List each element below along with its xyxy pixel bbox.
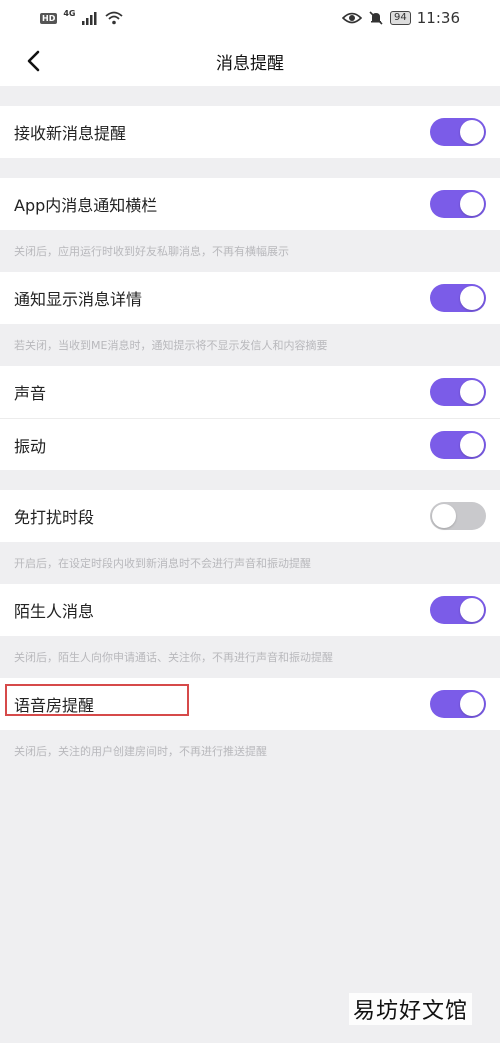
back-button[interactable]	[18, 44, 48, 78]
toggle-knob	[460, 192, 484, 216]
setting-label: 接收新消息提醒	[14, 124, 127, 143]
toggle-knob	[460, 432, 484, 457]
dnd-toggle[interactable]	[430, 502, 486, 530]
stranger-toggle[interactable]	[430, 596, 486, 624]
setting-row-stranger[interactable]: 陌生人消息	[0, 584, 500, 636]
wifi-icon	[105, 11, 124, 25]
setting-row-banner[interactable]: App内消息通知横栏	[0, 178, 500, 230]
setting-row-vibrate[interactable]: 振动	[0, 418, 500, 470]
toggle-knob	[460, 120, 484, 144]
toggle-knob	[460, 692, 484, 716]
setting-row-details[interactable]: 通知显示消息详情	[0, 272, 500, 324]
setting-label: 免打扰时段	[14, 508, 95, 527]
toggle-knob	[432, 504, 456, 528]
setting-label: 振动	[14, 436, 47, 456]
setting-label: 语音房提醒	[14, 696, 95, 715]
status-time: 11:36	[416, 9, 460, 27]
setting-label: 通知显示消息详情	[14, 290, 143, 309]
hd-badge: HD	[40, 12, 58, 24]
network-type: 4G	[63, 8, 76, 18]
chevron-left-icon	[27, 50, 40, 72]
setting-note: 若关闭，当收到ME消息时，通知提示将不显示发信人和内容摘要	[14, 339, 328, 352]
setting-row-receive[interactable]: 接收新消息提醒	[0, 106, 500, 158]
setting-note: 开启后，在设定时段内收到新消息时不会进行声音和振动提醒	[14, 557, 311, 570]
details-toggle[interactable]	[430, 284, 486, 312]
nav-bar: 消息提醒	[0, 36, 500, 86]
setting-note: 关闭后，关注的用户创建房间时，不再进行推送提醒	[14, 745, 267, 758]
receive-toggle[interactable]	[430, 118, 486, 146]
voice-room-toggle[interactable]	[430, 690, 486, 718]
sound-toggle[interactable]	[430, 378, 486, 406]
eye-icon	[342, 12, 363, 24]
setting-note: 关闭后，应用运行时收到好友私聊消息，不再有横幅展示	[14, 245, 289, 258]
status-bar: HD 4G 94 11:36	[0, 0, 500, 36]
setting-note: 关闭后，陌生人向你申请通话、关注你，不再进行声音和振动提醒	[14, 651, 333, 664]
page-title: 消息提醒	[216, 53, 284, 74]
toggle-knob	[460, 286, 484, 310]
signal-icon	[82, 12, 97, 25]
banner-toggle[interactable]	[430, 190, 486, 218]
watermark: 易坊好文馆	[348, 993, 472, 1025]
toggle-knob	[460, 598, 484, 622]
setting-label: 声音	[14, 384, 47, 403]
setting-label: App内消息通知横栏	[14, 196, 158, 215]
setting-row-voice-room[interactable]: 语音房提醒	[0, 678, 500, 730]
setting-label: 陌生人消息	[14, 602, 95, 621]
setting-row-dnd[interactable]: 免打扰时段	[0, 490, 500, 542]
battery-indicator: 94	[390, 11, 411, 25]
mute-bell-icon	[369, 11, 383, 25]
vibrate-toggle[interactable]	[430, 430, 486, 459]
toggle-knob	[460, 380, 484, 404]
setting-row-sound[interactable]: 声音	[0, 366, 500, 418]
